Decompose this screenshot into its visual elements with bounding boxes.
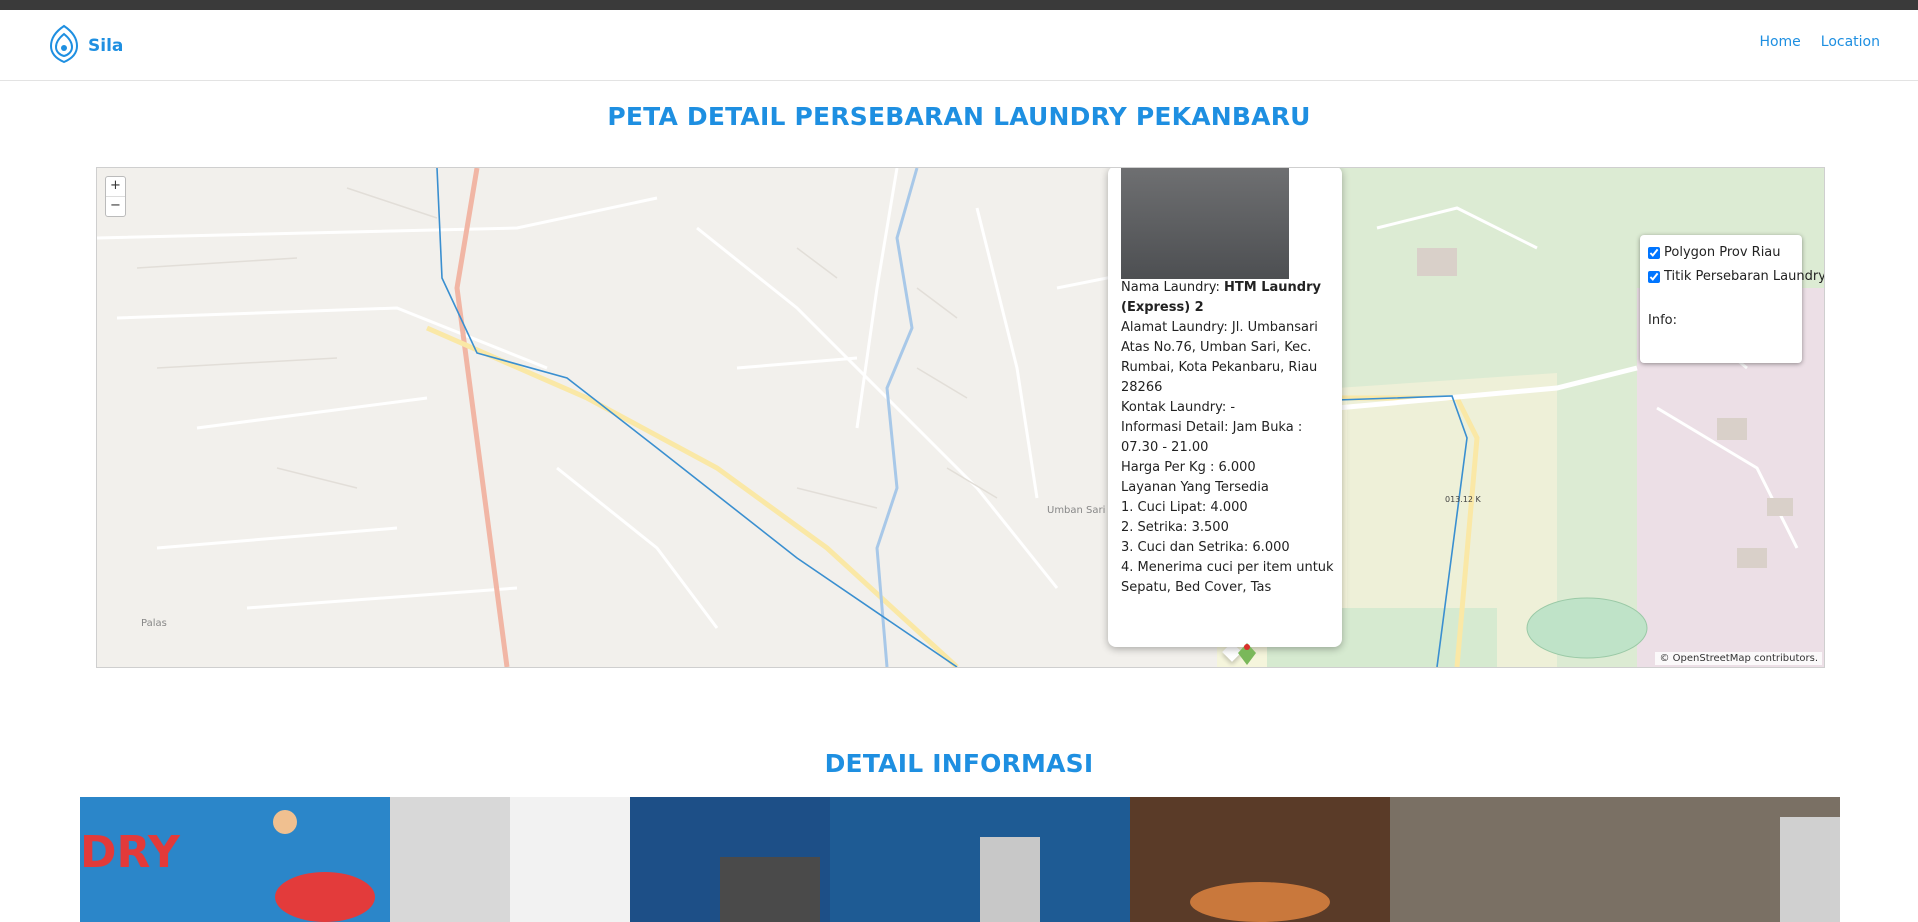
popup-nama: Nama Laundry: HTM Laundry (Express) 2 xyxy=(1121,280,1321,315)
layer-info-label: Info: xyxy=(1648,313,1677,328)
popup-layanan-item: 1. Cuci Lipat: 4.000 xyxy=(1121,500,1248,515)
zoom-out-button[interactable]: − xyxy=(106,196,125,216)
nav-links: Home Location xyxy=(1759,34,1880,50)
popup-body: Nama Laundry: HTM Laundry (Express) 2 Al… xyxy=(1121,278,1335,598)
map-label-palas: Palas xyxy=(141,618,167,629)
brand-name: Sila xyxy=(88,36,124,56)
popup-info: Informasi Detail: Jam Buka : 07.30 - 21.… xyxy=(1121,420,1303,455)
nav-location-link[interactable]: Location xyxy=(1821,34,1880,50)
map-section-title: PETA DETAIL PERSEBARAN LAUNDRY PEKANBARU xyxy=(607,102,1311,131)
popup-layanan-item: 3. Cuci dan Setrika: 6.000 xyxy=(1121,540,1290,555)
layer-polygon-toggle[interactable]: Polygon Prov Riau xyxy=(1648,245,1781,260)
popup-layanan-title: Layanan Yang Tersedia xyxy=(1121,480,1269,495)
popup-layanan-item: 2. Setrika: 3.500 xyxy=(1121,520,1229,535)
layer-titik-checkbox[interactable] xyxy=(1648,270,1660,283)
popup-layanan-item: 4. Menerima cuci per item untuk Sepatu, … xyxy=(1121,560,1334,595)
map-label-umban-sari: Umban Sari xyxy=(1047,505,1105,516)
popup-kontak: Kontak Laundry: - xyxy=(1121,400,1236,415)
map-label-road-ref: 013.12 K xyxy=(1445,495,1482,504)
popup-alamat: Alamat Laundry: Jl. Umbansari Atas No.76… xyxy=(1121,320,1318,395)
storefront-sign-text: DRY xyxy=(80,827,181,878)
nav-home-link[interactable]: Home xyxy=(1759,34,1800,50)
zoom-control: + − xyxy=(105,176,126,217)
laundry-photo xyxy=(1121,168,1289,279)
popup-harga: Harga Per Kg : 6.000 xyxy=(1121,460,1256,475)
laundry-popup: Nama Laundry: HTM Laundry (Express) 2 Al… xyxy=(1108,168,1342,647)
map-view[interactable]: Umban Sari Palas 013.12 K + − Nama Laund… xyxy=(96,167,1825,668)
laundry-marker-icon[interactable] xyxy=(1236,641,1258,667)
navbar: Sila Home Location xyxy=(0,10,1918,81)
map-attribution[interactable]: © OpenStreetMap contributors. xyxy=(1655,652,1822,665)
layer-control: Polygon Prov Riau Titik Persebaran Laund… xyxy=(1640,235,1824,363)
layer-polygon-checkbox[interactable] xyxy=(1648,246,1660,259)
detail-section-title: DETAIL INFORMASI xyxy=(824,749,1094,778)
zoom-in-button[interactable]: + xyxy=(106,177,125,196)
map-tiles: Umban Sari Palas 013.12 K xyxy=(97,168,1824,667)
laundry-storefront-photo: DRY xyxy=(80,797,1840,922)
map-pin-logo-icon xyxy=(48,24,80,68)
brand[interactable]: Sila xyxy=(48,24,123,68)
layer-titik-toggle[interactable]: Titik Persebaran Laundry xyxy=(1648,269,1824,284)
browser-top-strip xyxy=(0,0,1918,10)
